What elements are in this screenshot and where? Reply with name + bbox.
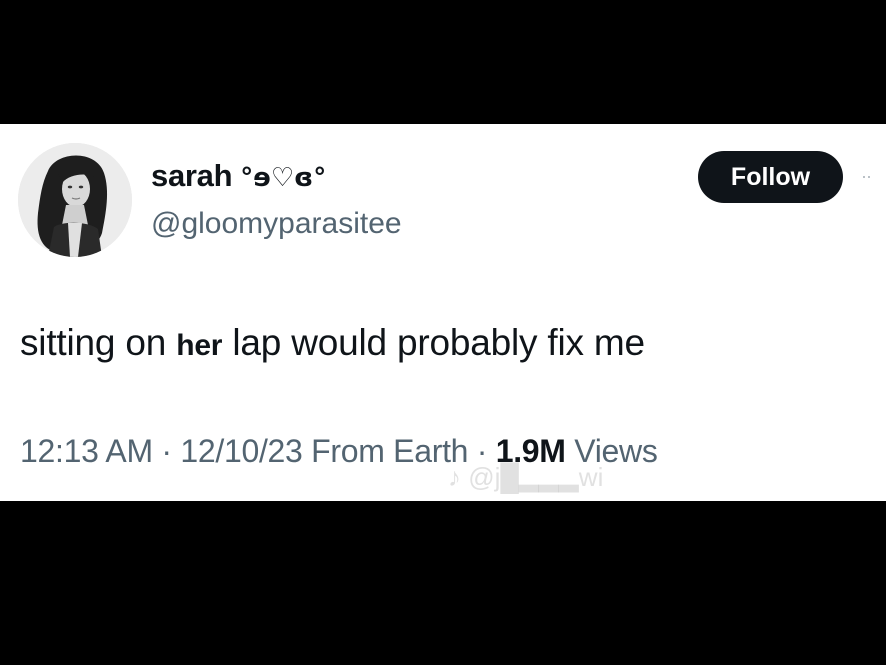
tweet-text-emphasis: her [176, 329, 223, 362]
name-decoration: °ɘ♡ɞ° [240, 163, 327, 193]
tweet-location: From Earth [311, 433, 469, 469]
author-handle[interactable]: @gloomyparasitee [151, 207, 402, 241]
tweet-text-after: lap would probably fix me [232, 322, 645, 363]
meta-separator: · [161, 433, 172, 469]
tweet-date[interactable]: 12/10/23 [180, 433, 302, 469]
tweet-text-before: sitting on [20, 322, 167, 363]
profile-photo-icon [18, 143, 132, 257]
follow-button[interactable]: Follow [698, 151, 843, 203]
tweet-card: sarah °ɘ♡ɞ° @gloomyparasitee Follow ·· s… [0, 124, 886, 501]
display-name[interactable]: sarah [151, 158, 233, 194]
author-name-row[interactable]: sarah °ɘ♡ɞ° [151, 158, 326, 194]
tweet-text: sitting on her lap would probably fix me [20, 322, 645, 364]
more-dots-icon[interactable]: ·· [861, 167, 885, 185]
tweet-time[interactable]: 12:13 AM [20, 433, 153, 469]
watermark: ♪ @j█▂▂▂wi [448, 462, 604, 492]
screenshot-frame: sarah °ɘ♡ɞ° @gloomyparasitee Follow ·· s… [0, 0, 886, 665]
avatar[interactable] [18, 143, 132, 257]
